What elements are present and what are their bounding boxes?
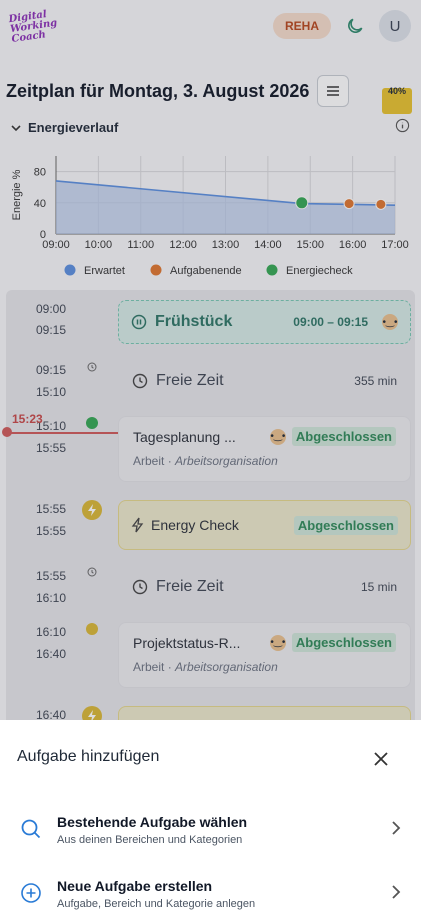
- plus-circle-icon: [21, 883, 41, 903]
- search-icon: [21, 819, 41, 839]
- modal-backdrop[interactable]: [0, 0, 421, 720]
- chevron-right-icon: [392, 885, 401, 899]
- close-icon[interactable]: [372, 750, 390, 768]
- option-label: Bestehende Aufgabe wählen: [57, 814, 248, 830]
- option-description: Aufgabe, Bereich und Kategorie anlegen: [57, 898, 256, 910]
- add-task-sheet: Aufgabe hinzufügen Bestehende Aufgabe wä…: [0, 720, 421, 922]
- option-description: Aus deinen Bereichen und Kategorien: [57, 834, 243, 846]
- choose-existing-task-option[interactable]: Bestehende Aufgabe wählen Aus deinen Ber…: [0, 804, 421, 854]
- chevron-right-icon: [392, 821, 401, 835]
- sheet-title: Aufgabe hinzufügen: [17, 748, 160, 765]
- create-new-task-option[interactable]: Neue Aufgabe erstellen Aufgabe, Bereich …: [0, 868, 421, 918]
- option-label: Neue Aufgabe erstellen: [57, 878, 213, 894]
